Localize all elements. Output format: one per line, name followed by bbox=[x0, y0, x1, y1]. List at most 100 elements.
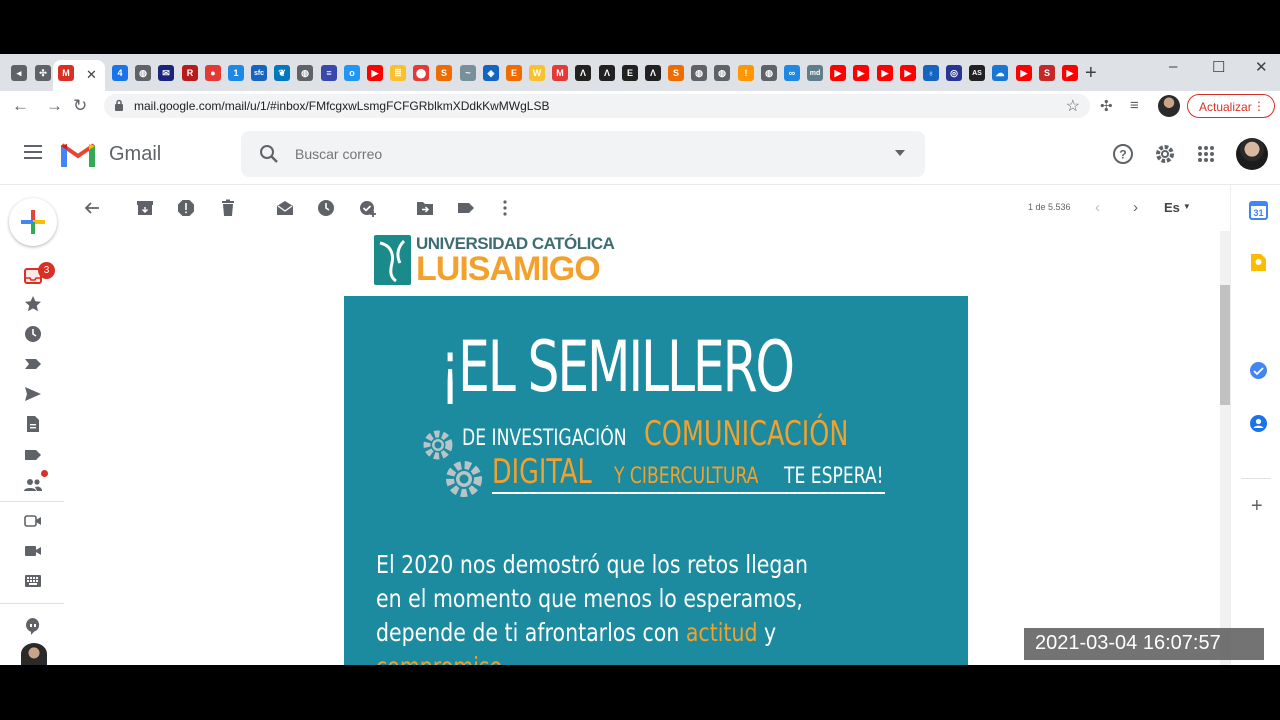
input-tools-button[interactable]: Es ▼ bbox=[1164, 200, 1191, 215]
help-icon[interactable]: ? bbox=[1112, 143, 1134, 165]
reload-icon[interactable]: ↻ bbox=[73, 96, 87, 116]
pin-icon[interactable]: ⬤ bbox=[413, 65, 429, 81]
apps-grid-icon[interactable] bbox=[1197, 145, 1215, 163]
clock-icon[interactable] bbox=[24, 325, 42, 343]
drafts-icon[interactable] bbox=[24, 415, 42, 433]
close-window-icon[interactable]: ✕ bbox=[1255, 58, 1268, 76]
e-bold-icon[interactable]: E bbox=[622, 65, 638, 81]
youtube-icon[interactable]: ▶ bbox=[900, 65, 916, 81]
forward-icon[interactable]: → bbox=[46, 96, 63, 116]
bookmark-star-icon[interactable]: ☆ bbox=[1066, 96, 1080, 116]
snooze-icon[interactable] bbox=[317, 199, 335, 217]
gmail-icon[interactable]: M bbox=[58, 65, 74, 81]
important-icon[interactable] bbox=[24, 355, 42, 373]
as-icon[interactable]: AS bbox=[969, 65, 985, 81]
tie-icon[interactable]: ♁ bbox=[923, 65, 939, 81]
speaker-icon[interactable]: ◂ bbox=[11, 65, 27, 81]
shield-icon[interactable]: ◈ bbox=[483, 65, 499, 81]
red-circle-icon[interactable]: ● bbox=[205, 65, 221, 81]
mark-unread-icon[interactable] bbox=[276, 199, 294, 217]
blue-square-icon[interactable]: 1 bbox=[228, 65, 244, 81]
wave-icon[interactable]: ~ bbox=[460, 65, 476, 81]
close-tab-icon[interactable]: ✕ bbox=[86, 67, 97, 83]
contacts-icon[interactable] bbox=[24, 476, 42, 494]
get-addons-icon[interactable]: + bbox=[1251, 495, 1263, 518]
scrollbar-thumb[interactable] bbox=[1220, 285, 1230, 405]
tasks-icon[interactable] bbox=[1249, 361, 1268, 380]
hangouts-avatar[interactable] bbox=[21, 643, 47, 665]
newer-icon[interactable]: ‹ bbox=[1095, 199, 1100, 216]
sjr-icon[interactable]: S bbox=[436, 65, 452, 81]
globe-icon[interactable]: ◍ bbox=[297, 65, 313, 81]
e-icon[interactable]: E bbox=[506, 65, 522, 81]
globe-icon[interactable]: ◍ bbox=[714, 65, 730, 81]
account-avatar[interactable] bbox=[1236, 138, 1268, 170]
s-icon[interactable]: S bbox=[1039, 65, 1055, 81]
lambda-icon[interactable]: Λ bbox=[599, 65, 615, 81]
archive-icon[interactable] bbox=[136, 199, 154, 217]
delete-icon[interactable] bbox=[219, 199, 237, 217]
calendar-icon[interactable]: 4 bbox=[112, 65, 128, 81]
cloud-icon[interactable]: ☁ bbox=[992, 65, 1008, 81]
globe-icon[interactable]: ◍ bbox=[135, 65, 151, 81]
move-to-icon[interactable] bbox=[416, 199, 434, 217]
extensions-icon[interactable]: ✣ bbox=[1100, 97, 1113, 115]
youtube-icon[interactable]: ▶ bbox=[830, 65, 846, 81]
search-bar[interactable] bbox=[241, 131, 925, 177]
profile-avatar[interactable] bbox=[1158, 95, 1180, 117]
globe-icon[interactable]: ◍ bbox=[761, 65, 777, 81]
keep-icon[interactable] bbox=[1250, 253, 1267, 272]
meet-new-icon[interactable] bbox=[24, 512, 42, 530]
minimize-icon[interactable]: – bbox=[1169, 58, 1177, 75]
target-icon[interactable]: ◎ bbox=[946, 65, 962, 81]
star-icon[interactable] bbox=[24, 295, 42, 313]
orange-doc-icon[interactable]: ! bbox=[738, 65, 754, 81]
mail-icon[interactable]: ✉ bbox=[158, 65, 174, 81]
gmail-logo-icon[interactable] bbox=[60, 141, 96, 167]
lambda-icon[interactable]: Λ bbox=[575, 65, 591, 81]
link-icon[interactable]: ∞ bbox=[784, 65, 800, 81]
hangouts-icon[interactable] bbox=[24, 617, 42, 635]
back-to-inbox-icon[interactable] bbox=[83, 199, 101, 217]
label-icon[interactable] bbox=[24, 446, 42, 464]
search-input[interactable] bbox=[295, 146, 855, 162]
settings-gear-icon[interactable] bbox=[1154, 143, 1176, 165]
video-icon[interactable] bbox=[24, 542, 42, 560]
sfc-icon[interactable]: sfc bbox=[251, 65, 267, 81]
report-spam-icon[interactable] bbox=[177, 199, 195, 217]
more-options-icon[interactable] bbox=[496, 199, 514, 217]
update-button[interactable]: Actualizar ⋮ bbox=[1187, 94, 1275, 118]
keyboard-icon[interactable] bbox=[24, 572, 42, 590]
md-icon[interactable]: md bbox=[807, 65, 823, 81]
back-icon[interactable]: ← bbox=[12, 96, 29, 116]
m-icon[interactable]: M bbox=[552, 65, 568, 81]
doc-icon[interactable]: ≣ bbox=[390, 65, 406, 81]
address-bar[interactable]: mail.google.com/mail/u/1/#inbox/FMfcgxwL… bbox=[104, 94, 1090, 118]
labels-icon[interactable] bbox=[457, 199, 475, 217]
r-icon[interactable]: R bbox=[182, 65, 198, 81]
lambda-icon[interactable]: Λ bbox=[645, 65, 661, 81]
w-icon[interactable]: W bbox=[529, 65, 545, 81]
send-icon[interactable] bbox=[24, 385, 42, 403]
puzzle-icon[interactable]: ✣ bbox=[35, 65, 51, 81]
youtube-icon[interactable]: ▶ bbox=[367, 65, 383, 81]
youtube-icon[interactable]: ▶ bbox=[1016, 65, 1032, 81]
youtube-icon[interactable]: ▶ bbox=[877, 65, 893, 81]
list-icon[interactable]: ≡ bbox=[321, 65, 337, 81]
youtube-icon[interactable]: ▶ bbox=[853, 65, 869, 81]
ocm-icon[interactable]: o bbox=[344, 65, 360, 81]
leaf-icon[interactable]: ❦ bbox=[274, 65, 290, 81]
add-task-icon[interactable] bbox=[359, 199, 377, 217]
search-options-icon[interactable] bbox=[895, 150, 905, 156]
calendar-icon[interactable]: 31 bbox=[1249, 201, 1268, 220]
maximize-icon[interactable]: ☐ bbox=[1212, 58, 1225, 76]
youtube-icon[interactable]: ▶ bbox=[1062, 65, 1078, 81]
main-menu-icon[interactable] bbox=[24, 145, 42, 159]
new-tab-button[interactable]: + bbox=[1085, 62, 1097, 85]
globe-icon[interactable]: ◍ bbox=[691, 65, 707, 81]
sjr-icon[interactable]: S bbox=[668, 65, 684, 81]
contacts-addon-icon[interactable] bbox=[1249, 414, 1268, 433]
compose-button[interactable] bbox=[9, 198, 57, 246]
media-control-icon[interactable]: ≡ bbox=[1130, 97, 1139, 114]
older-icon[interactable]: › bbox=[1133, 199, 1138, 216]
